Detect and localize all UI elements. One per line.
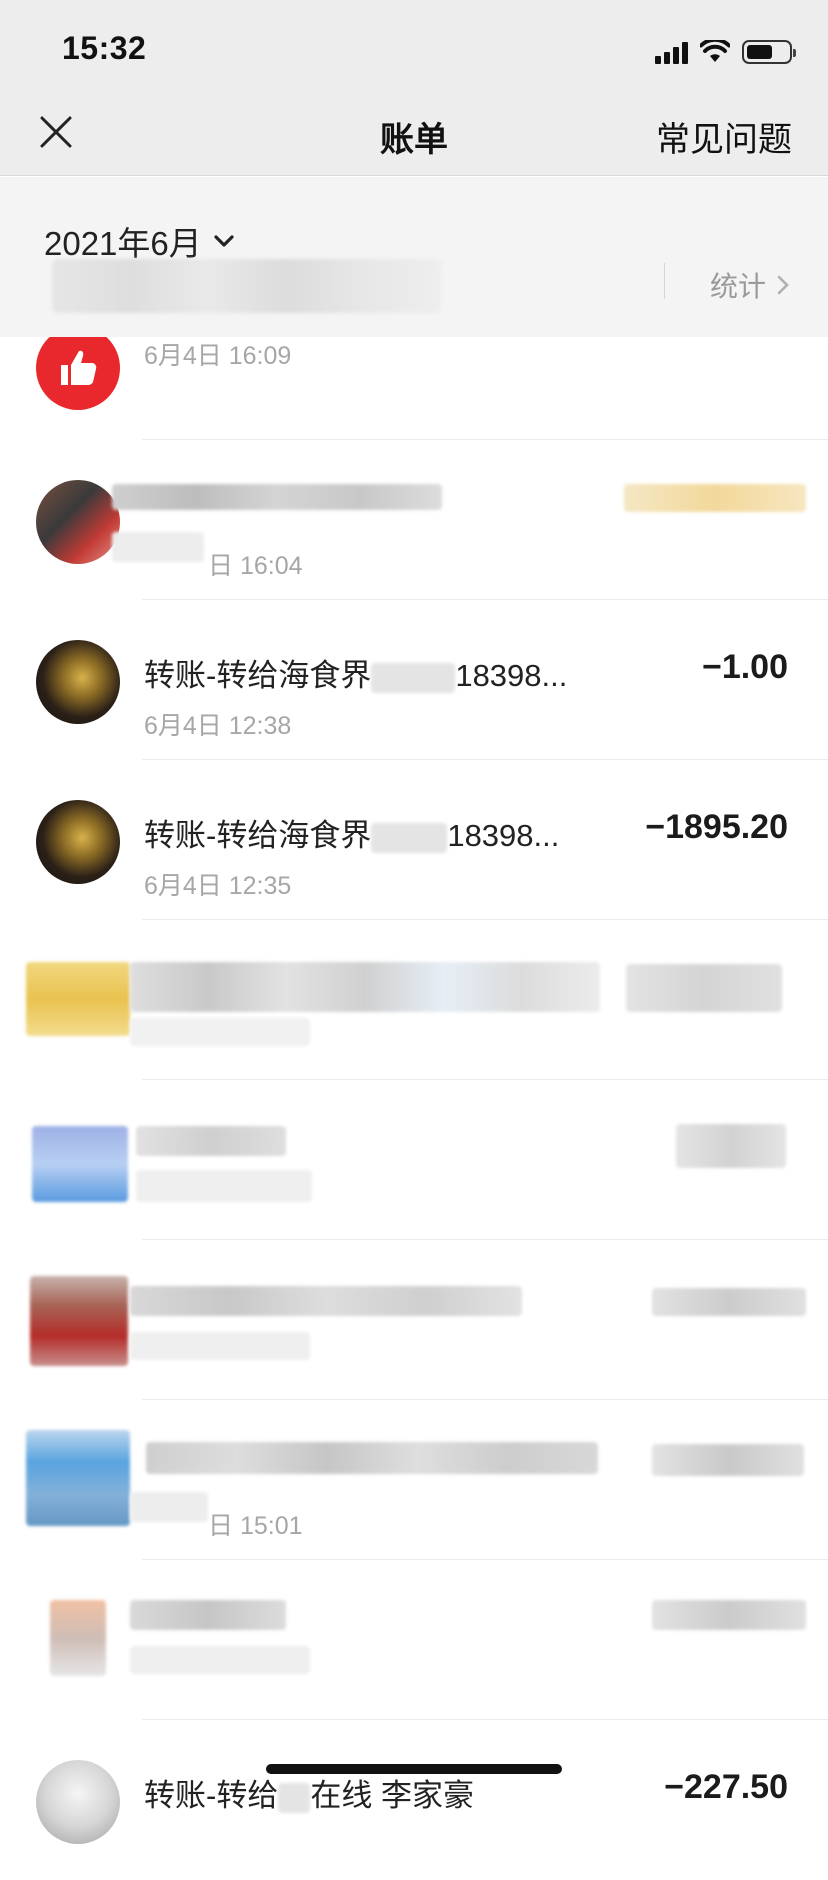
time-redacted (130, 1018, 310, 1046)
bill-item[interactable]: 日 15:01 (0, 1400, 828, 1560)
avatar (36, 800, 120, 884)
bill-time: 6月4日 12:35 (144, 872, 292, 900)
thumbs-up-icon (61, 350, 97, 385)
nav-bar: 账单 常见问题 (0, 96, 828, 176)
thumbs-up-avatar (36, 326, 120, 410)
time-redacted (136, 1170, 312, 1202)
avatar-redacted (32, 1126, 128, 1202)
bill-title: 转账-转给海食界 18398... (144, 658, 568, 693)
status-icons (655, 36, 796, 64)
amount-redacted (652, 1600, 806, 1630)
avatar (36, 640, 120, 724)
bill-time: 6月4日 16:09 (144, 342, 292, 370)
chevron-right-icon (777, 275, 789, 295)
time-prefix-redacted (130, 1492, 208, 1522)
bill-amount: −1895.20 (645, 808, 788, 846)
avatar-redacted (50, 1600, 106, 1676)
bill-time: 日 15:01 (208, 1512, 303, 1540)
wifi-icon (700, 40, 730, 62)
time-redacted (130, 1332, 310, 1360)
amount-redacted (652, 1444, 804, 1476)
bill-item[interactable] (0, 1080, 828, 1240)
bill-item[interactable] (0, 1560, 828, 1720)
title-redacted (136, 1126, 286, 1156)
status-bar: 15:32 (0, 0, 828, 96)
bill-title: 转账-转给 在线 李家豪 (144, 1778, 474, 1813)
signal-icon (655, 40, 688, 64)
avatar (36, 1760, 120, 1844)
amount-redacted (626, 964, 782, 1012)
title-redacted (130, 1286, 522, 1316)
bill-time: 6月4日 12:38 (144, 712, 292, 740)
avatar (36, 480, 120, 564)
title-redacted (146, 1442, 598, 1474)
status-time: 15:32 (62, 30, 147, 66)
home-indicator[interactable] (266, 1764, 562, 1774)
amount-redacted (624, 484, 806, 512)
bill-item[interactable] (0, 1240, 828, 1400)
bill-amount: −1.00 (701, 648, 788, 686)
name-redacted (371, 822, 448, 853)
time-redacted (130, 1646, 310, 1674)
bill-item[interactable] (0, 920, 828, 1080)
name-redacted (371, 662, 456, 693)
avatar-redacted (26, 962, 130, 1036)
summary-redacted (52, 259, 442, 313)
divider (664, 263, 665, 299)
bill-item[interactable]: 转账-转给 在线 李家豪 −227.50 (0, 1720, 828, 1880)
title-redacted (112, 484, 442, 510)
avatar-redacted (30, 1276, 128, 1366)
title-redacted (130, 962, 600, 1012)
month-selector[interactable]: 2021年6月 (44, 217, 236, 265)
month-label: 2021年6月 (44, 225, 202, 262)
bill-time: 日 16:04 (208, 552, 303, 580)
amount-redacted (652, 1288, 806, 1316)
bill-amount: −227.50 (664, 1768, 788, 1806)
stats-link[interactable]: 统计 (710, 265, 790, 305)
bill-item[interactable]: 转账-转给海食界 18398... 6月4日 12:35 −1895.20 (0, 760, 828, 920)
stats-label: 统计 (710, 271, 767, 302)
amount-redacted (676, 1124, 786, 1168)
month-filter-bar: 2021年6月 统计 (0, 177, 828, 337)
chevron-down-icon (214, 235, 234, 247)
time-prefix-redacted (112, 532, 204, 562)
avatar-redacted (26, 1430, 130, 1526)
bill-item[interactable]: 转账-转给海食界 18398... 6月4日 12:38 −1.00 (0, 600, 828, 760)
title-redacted (130, 1600, 286, 1630)
bill-title: 转账-转给海食界 18398... (144, 818, 560, 853)
bill-item[interactable]: 日 16:04 (0, 440, 828, 600)
name-redacted (278, 1782, 311, 1813)
faq-link[interactable]: 常见问题 (656, 112, 792, 161)
bill-list: 6月4日 16:09 日 16:04 转账-转给海食界 18398... 6月4日… (0, 290, 828, 1880)
battery-icon (742, 40, 796, 64)
